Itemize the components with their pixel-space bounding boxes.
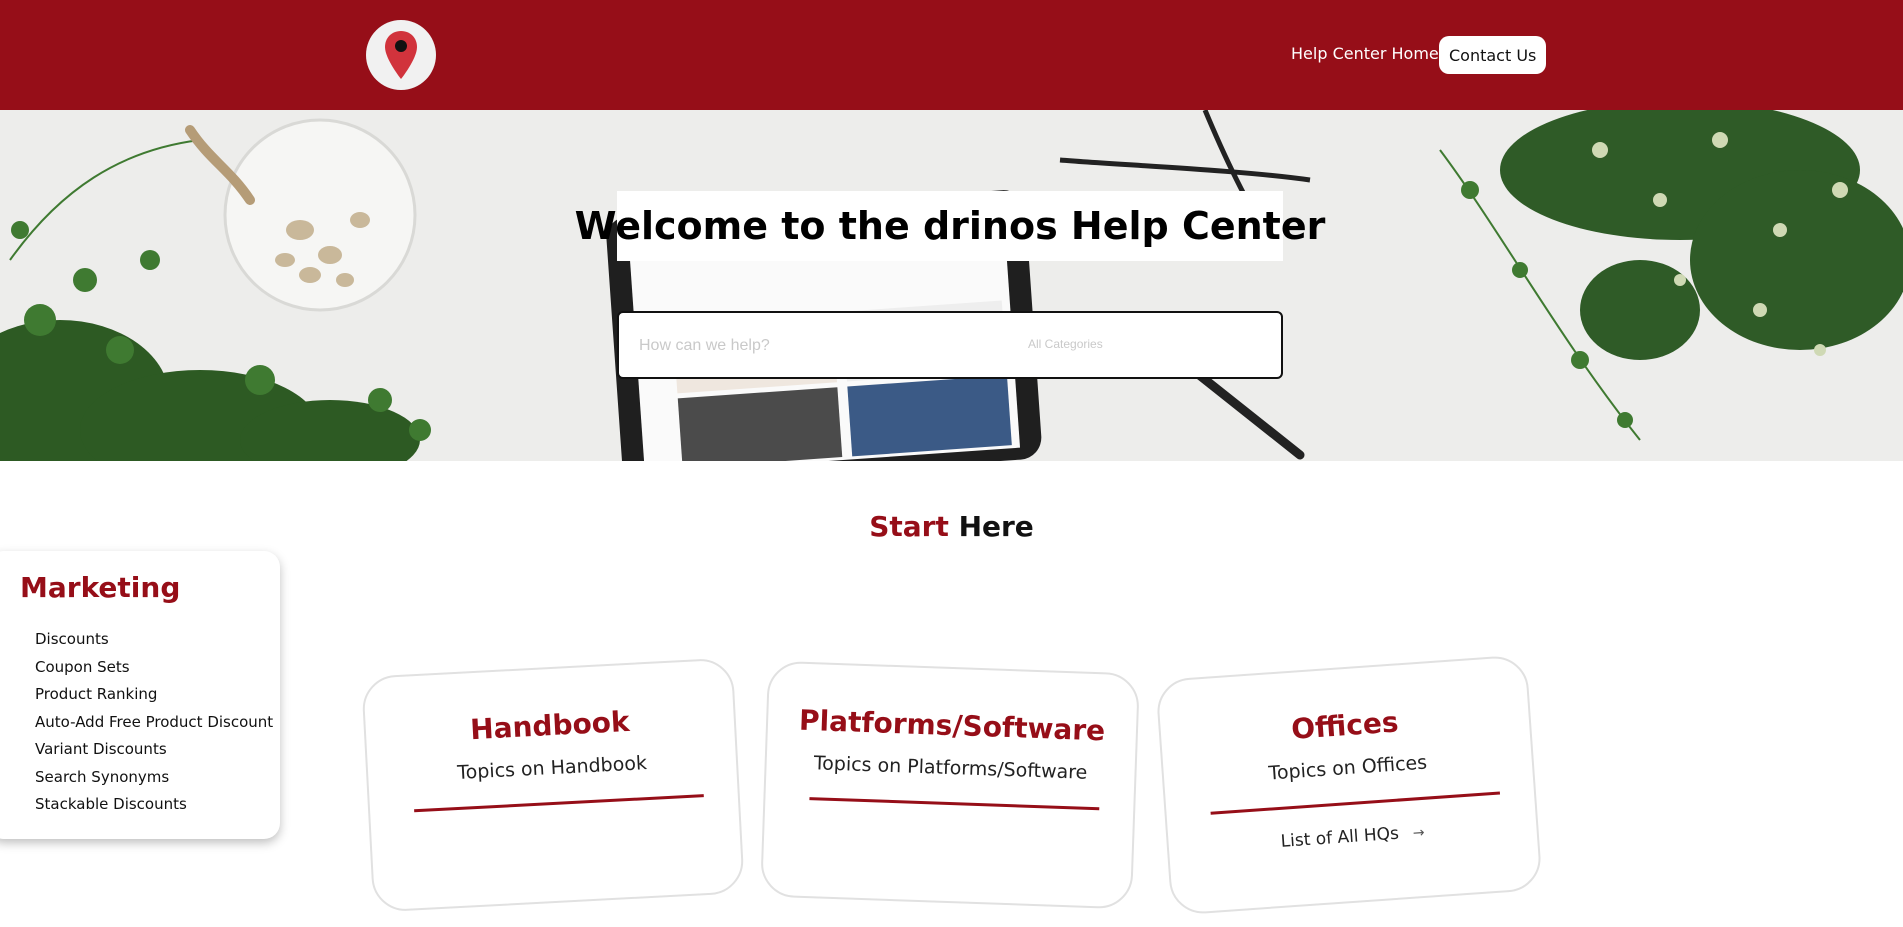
section-title: Start Here	[0, 510, 1903, 543]
marketing-item-variant-discounts[interactable]: Variant Discounts	[35, 736, 273, 764]
list-all-hqs-link[interactable]: List of All HQs →	[1168, 814, 1536, 860]
card-divider	[809, 797, 1100, 811]
marketing-title[interactable]: Marketing	[20, 571, 180, 604]
hero-banner: Welcome to the drinos Help Center All Ca…	[0, 110, 1903, 461]
card-subtitle: Topics on Offices	[1267, 751, 1428, 785]
map-pin-icon	[385, 31, 417, 79]
marketing-item-product-ranking[interactable]: Product Ranking	[35, 681, 273, 709]
card-divider	[414, 794, 704, 813]
marketing-item-stackable-discounts[interactable]: Stackable Discounts	[35, 791, 273, 819]
card-handbook[interactable]: Handbook Topics on Handbook	[361, 657, 745, 913]
card-title[interactable]: Platforms/Software	[768, 703, 1137, 749]
card-divider	[1210, 791, 1501, 815]
marketing-list: Discounts Coupon Sets Product Ranking Au…	[35, 626, 273, 819]
list-all-hqs-label: List of All HQs	[1280, 823, 1400, 852]
section-title-accent: Start	[869, 510, 949, 543]
arrow-right-icon: →	[1412, 824, 1426, 842]
hero-title: Welcome to the drinos Help Center	[575, 191, 1325, 261]
marketing-item-search-synonyms[interactable]: Search Synonyms	[35, 764, 273, 792]
section-title-rest: Here	[958, 510, 1034, 543]
nav-help-center-home[interactable]: Help Center Home	[1291, 44, 1439, 63]
top-navbar: Help Center Home Contact Us	[0, 0, 1903, 110]
hero-background-image	[0, 110, 1903, 461]
marketing-item-coupon-sets[interactable]: Coupon Sets	[35, 654, 273, 682]
contact-us-button[interactable]: Contact Us	[1439, 36, 1547, 74]
logo[interactable]	[366, 20, 436, 90]
card-title[interactable]: Handbook	[365, 699, 734, 751]
card-subtitle: Topics on Handbook	[456, 752, 648, 784]
card-offices[interactable]: Offices Topics on Offices List of All HQ…	[1155, 654, 1543, 916]
marketing-item-discounts[interactable]: Discounts	[35, 626, 273, 654]
card-subtitle: Topics on Platforms/Software	[813, 752, 1088, 784]
search-input[interactable]	[637, 329, 1001, 363]
marketing-panel: Marketing Discounts Coupon Sets Product …	[0, 551, 280, 839]
search-box: All Categories	[617, 311, 1283, 379]
marketing-item-auto-add-free-product-discount[interactable]: Auto-Add Free Product Discount	[35, 709, 273, 737]
card-title[interactable]: Offices	[1160, 696, 1529, 755]
category-select[interactable]: All Categories	[1028, 337, 1103, 351]
card-platforms-software[interactable]: Platforms/Software Topics on Platforms/S…	[759, 660, 1141, 910]
